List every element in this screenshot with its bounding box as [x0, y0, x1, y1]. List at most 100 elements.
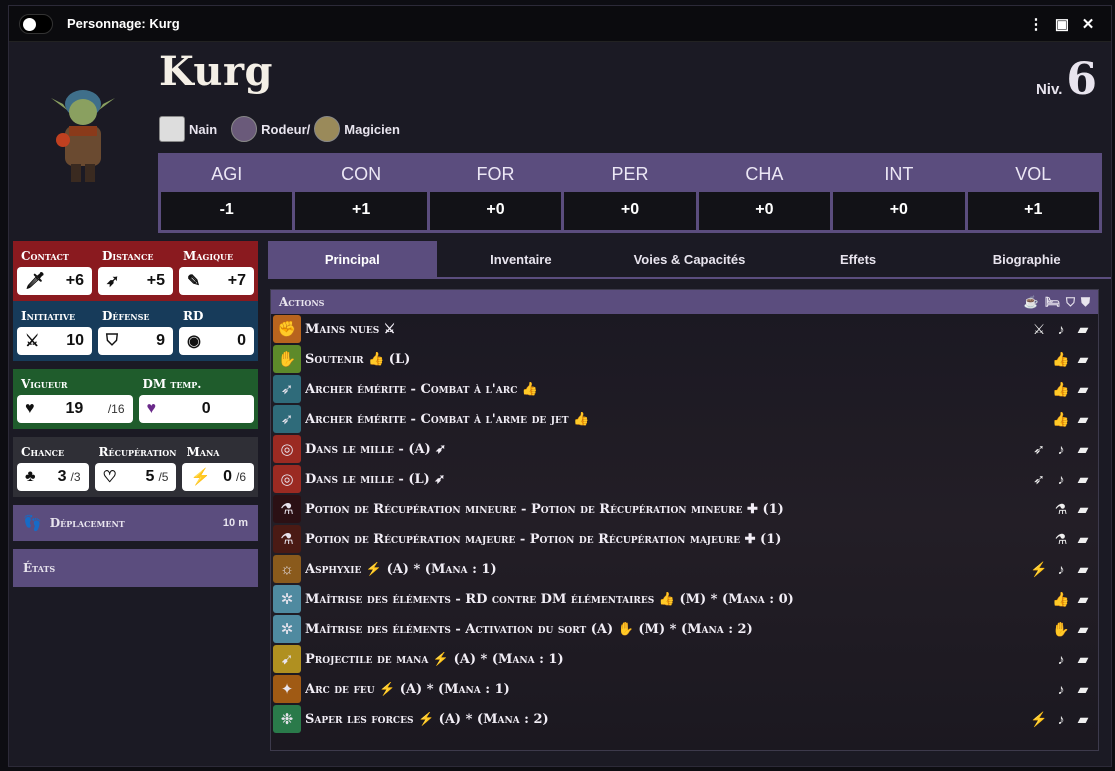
action-icon[interactable]: ➶ — [273, 375, 301, 403]
action-button-icon[interactable]: ▰ — [1074, 591, 1092, 608]
ability-name[interactable]: CON — [295, 156, 426, 192]
tab-voies-capacites[interactable]: Voies & Capacités — [605, 241, 774, 277]
action-button-icon[interactable]: ⚡ — [1030, 561, 1048, 578]
action-button-icon[interactable]: ♪ — [1052, 651, 1070, 668]
action-row[interactable]: ✲ Maîtrise des éléments - RD contre DM él… — [271, 584, 1098, 614]
action-icon[interactable]: ◎ — [273, 435, 301, 463]
action-row[interactable]: ➹ Projectile de mana ⚡ (A) * (Mana : 1) ♪ ▰ — [271, 644, 1098, 674]
attack-contact[interactable]: Contact 🗡 +6 — [17, 245, 92, 295]
action-label[interactable]: Dans le mille - (L) ➶ — [305, 472, 1030, 487]
action-button-icon[interactable]: ♪ — [1052, 561, 1070, 578]
ability-name[interactable]: AGI — [161, 156, 292, 192]
action-button-icon[interactable]: ▰ — [1074, 561, 1092, 578]
defense[interactable]: Défense ⛉ 9 — [98, 305, 173, 355]
action-row[interactable]: ◎ Dans le mille - (L) ➶ ➶ ♪ ▰ — [271, 464, 1098, 494]
tab-effets[interactable]: Effets — [774, 241, 943, 277]
action-row[interactable]: ✋ Soutenir 👍 (L) 👍 ▰ — [271, 344, 1098, 374]
action-label[interactable]: Dans le mille - (A) ➶ — [305, 442, 1030, 457]
action-button-icon[interactable]: ▰ — [1074, 321, 1092, 338]
action-button-icon[interactable]: ➶ — [1030, 471, 1048, 488]
action-label[interactable]: Soutenir 👍 (L) — [305, 352, 1052, 367]
action-row[interactable]: ☼ Asphyxie ⚡ (A) * (Mana : 1) ⚡ ♪ ▰ — [271, 554, 1098, 584]
attack-distance[interactable]: Distance ➶ +5 — [98, 245, 173, 295]
action-button-icon[interactable]: ▰ — [1074, 471, 1092, 488]
tab-inventaire[interactable]: Inventaire — [437, 241, 606, 277]
ability-value[interactable]: +1 — [295, 192, 427, 230]
action-button-icon[interactable]: ▰ — [1074, 441, 1092, 458]
action-icon[interactable]: ✲ — [273, 615, 301, 643]
magicien-icon[interactable] — [314, 116, 341, 142]
ability-name[interactable]: PER — [564, 156, 695, 192]
action-label[interactable]: Mains nues ⚔ — [305, 322, 1030, 337]
action-row[interactable]: ⚗ Potion de Récupération mineure - Potion… — [271, 494, 1098, 524]
action-label[interactable]: Maîtrise des éléments - Activation du so… — [305, 622, 1052, 637]
action-icon[interactable]: ✦ — [273, 675, 301, 703]
action-button-icon[interactable]: ♪ — [1052, 321, 1070, 338]
action-label[interactable]: Arc de feu ⚡ (A) * (Mana : 1) — [305, 682, 1052, 697]
action-label[interactable]: Archer émérite - Combat à l'arc 👍 — [305, 382, 1052, 397]
action-button-icon[interactable]: ▰ — [1074, 681, 1092, 698]
chance[interactable]: Chance ♣ 3/3 — [17, 441, 89, 491]
action-icon[interactable]: ◎ — [273, 465, 301, 493]
class-magicien-label[interactable]: Magicien — [344, 122, 400, 137]
dm-temp[interactable]: DM temp. ♥ 0 — [138, 373, 254, 423]
tab-principal[interactable]: Principal — [268, 241, 437, 277]
action-button-icon[interactable]: ♪ — [1052, 441, 1070, 458]
character-name[interactable]: Kurg — [159, 48, 273, 95]
action-icon[interactable]: ❉ — [273, 705, 301, 733]
action-button-icon[interactable]: 👍 — [1052, 381, 1070, 398]
sheet-toggle[interactable] — [19, 13, 53, 34]
ability-name[interactable]: VOL — [968, 156, 1099, 192]
recuperation[interactable]: Récupération ♡ 5/5 — [94, 441, 177, 491]
action-label[interactable]: Archer émérite - Combat à l'arme de jet … — [305, 412, 1052, 427]
dm-temp-value[interactable]: 0 — [167, 400, 247, 418]
sheet-config-icon[interactable]: ▣ — [1049, 15, 1075, 33]
shield-icon[interactable]: ⛊ — [1081, 295, 1090, 310]
ability-value[interactable]: +0 — [429, 192, 562, 230]
vigueur[interactable]: Vigueur ♥ 19/16 — [17, 373, 133, 423]
cup-icon[interactable]: ☕ — [1024, 295, 1039, 309]
action-button-icon[interactable]: ▰ — [1074, 501, 1092, 518]
ability-name[interactable]: CHA — [699, 156, 830, 192]
race-icon[interactable] — [159, 116, 185, 142]
ability-value[interactable]: +1 — [967, 192, 1099, 230]
ability-value[interactable]: +0 — [564, 192, 696, 230]
chance-value[interactable]: 3 — [45, 468, 67, 486]
action-button-icon[interactable]: ▰ — [1074, 711, 1092, 728]
action-button-icon[interactable]: ⚡ — [1030, 711, 1048, 728]
ability-value[interactable]: +0 — [698, 192, 831, 230]
action-icon[interactable]: ➹ — [273, 645, 301, 673]
action-button-icon[interactable]: ▰ — [1074, 411, 1092, 428]
action-button-icon[interactable]: ♪ — [1052, 681, 1070, 698]
mana[interactable]: Mana ⚡ 0/6 — [182, 441, 255, 491]
action-button-icon[interactable]: ⚗ — [1052, 531, 1070, 548]
action-button-icon[interactable]: ▰ — [1074, 651, 1092, 668]
action-row[interactable]: ⚗ Potion de Récupération majeure - Potion… — [271, 524, 1098, 554]
race-label[interactable]: Nain — [189, 122, 217, 137]
action-button-icon[interactable]: ▰ — [1074, 381, 1092, 398]
action-icon[interactable]: ✋ — [273, 345, 301, 373]
action-icon[interactable]: ⚗ — [273, 525, 301, 553]
rodeur-icon[interactable] — [231, 116, 258, 142]
action-label[interactable]: Asphyxie ⚡ (A) * (Mana : 1) — [305, 562, 1030, 577]
action-button-icon[interactable]: ✋ — [1052, 621, 1070, 638]
action-button-icon[interactable]: ▰ — [1074, 351, 1092, 368]
action-button-icon[interactable]: ♪ — [1052, 471, 1070, 488]
attack-magique[interactable]: Magique ✎ +7 — [179, 245, 254, 295]
action-button-icon[interactable]: 👍 — [1052, 411, 1070, 428]
bed-icon[interactable]: 🛏 — [1045, 295, 1060, 309]
action-row[interactable]: ✲ Maîtrise des éléments - Activation du s… — [271, 614, 1098, 644]
ability-name[interactable]: FOR — [430, 156, 561, 192]
recuperation-value[interactable]: 5 — [123, 468, 155, 486]
action-label[interactable]: Potion de Récupération mineure - Potion … — [305, 502, 1052, 517]
vigueur-value[interactable]: 19 — [45, 400, 104, 418]
action-icon[interactable]: ☼ — [273, 555, 301, 583]
tab-biographie[interactable]: Biographie — [942, 241, 1111, 277]
action-button-icon[interactable]: ⚔ — [1030, 321, 1048, 338]
action-label[interactable]: Maîtrise des éléments - RD contre DM élé… — [305, 592, 1052, 607]
etats-bar[interactable]: États — [13, 549, 258, 587]
action-button-icon[interactable]: ▰ — [1074, 531, 1092, 548]
initiative[interactable]: Initiative ⚔ 10 — [17, 305, 92, 355]
menu-icon[interactable]: ⋮ — [1023, 15, 1049, 33]
action-row[interactable]: ➶ Archer émérite - Combat à l'arc 👍 👍 ▰ — [271, 374, 1098, 404]
